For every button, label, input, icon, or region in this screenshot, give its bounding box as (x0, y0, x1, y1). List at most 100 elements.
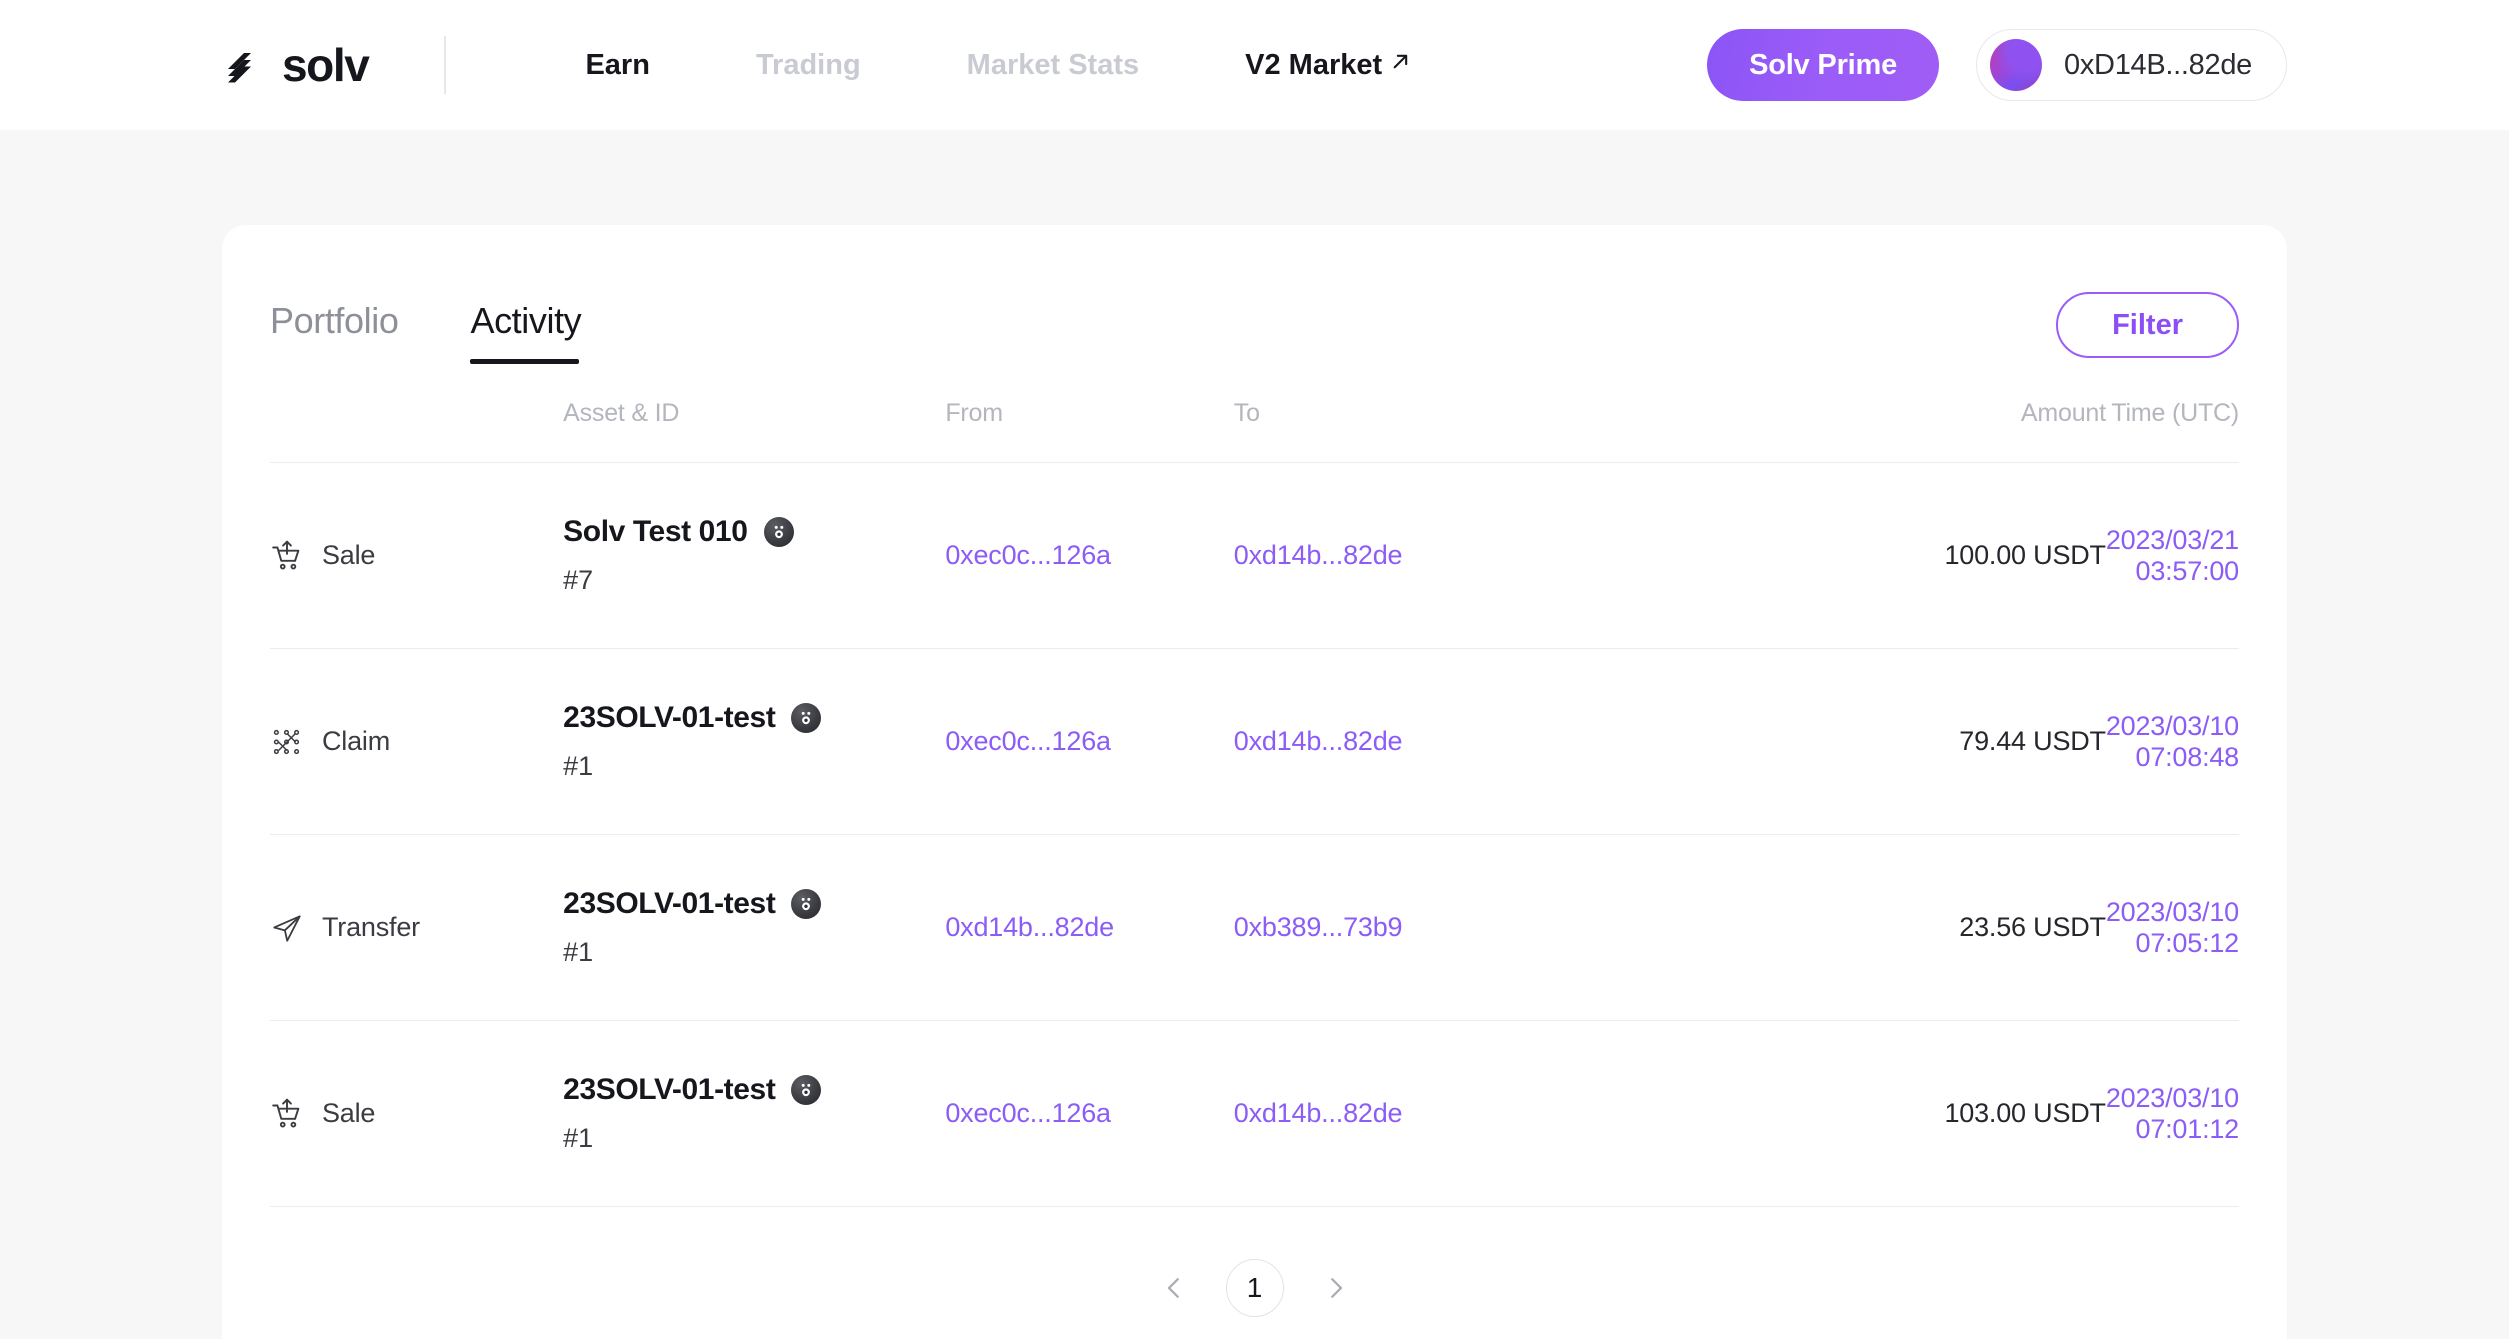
nav-item-trading-label: Trading (755, 48, 861, 81)
solv-logo-icon (228, 53, 251, 83)
pagination-next-button[interactable] (1318, 1270, 1354, 1306)
header-actions: Solv Prime 0xD14B...82de (1707, 29, 2287, 101)
from-address-link[interactable]: 0xec0c...126a (945, 1098, 1111, 1128)
asset-id: #1 (563, 1123, 594, 1153)
brand-name: solv (282, 39, 370, 91)
arrow-up-right-icon (1393, 54, 1408, 68)
table-row: Transfer 23SOLV-01-test #1 0xd14b...82de… (270, 834, 2239, 1021)
send-plane-icon (273, 914, 301, 942)
cell-asset: 23SOLV-01-test #1 (563, 1021, 945, 1207)
table-row: Sale 23SOLV-01-test #1 0xec0c...126a 0xd… (270, 1020, 2239, 1207)
chain-badge-icon (791, 889, 822, 919)
to-address-link[interactable]: 0xd14b...82de (1234, 726, 1403, 756)
nav-item-market-stats-label: Market Stats (966, 48, 1140, 81)
cell-to: 0xd14b...82de (1234, 649, 1690, 835)
card-header: Portfolio Activity Filter (270, 225, 2239, 377)
pagination-prev-button[interactable] (1156, 1270, 1192, 1306)
cell-type: Sale (270, 463, 563, 649)
cell-to: 0xd14b...82de (1234, 1021, 1690, 1207)
cell-type: Sale (270, 1021, 563, 1207)
cell-from: 0xec0c...126a (945, 649, 1233, 835)
to-address-link[interactable]: 0xb389...73b9 (1234, 912, 1403, 942)
cell-type: Claim (270, 649, 563, 835)
tab-activity-label: Activity (470, 300, 582, 341)
pagination-page-1[interactable]: 1 (1225, 1259, 1284, 1317)
cell-to: 0xb389...73b9 (1234, 835, 1690, 1021)
type-label: Transfer (322, 912, 420, 942)
cell-time[interactable]: 2023/03/10 07:01:12 (2106, 1021, 2239, 1207)
table-row: Sale Solv Test 010 #7 0xec0c...126a 0xd1… (270, 462, 2239, 649)
tab-activity[interactable]: Activity (470, 300, 582, 364)
table-body: Sale Solv Test 010 #7 0xec0c...126a 0xd1… (270, 462, 2239, 1207)
table-row: Claim 23SOLV-01-test #1 0xec0c...126a 0x… (270, 648, 2239, 835)
nav-item-market-stats[interactable]: Market Stats (914, 49, 1192, 82)
solv-prime-button[interactable]: Solv Prime (1707, 29, 1940, 101)
from-address-link[interactable]: 0xec0c...126a (945, 540, 1111, 570)
asset-id: #7 (563, 565, 594, 595)
cell-time[interactable]: 2023/03/21 03:57:00 (2106, 463, 2239, 649)
cart-upload-icon (272, 1098, 300, 1127)
tab-portfolio[interactable]: Portfolio (270, 300, 399, 364)
nav-item-earn[interactable]: Earn (532, 49, 702, 82)
cell-amount: 23.56 USDT (1959, 912, 2106, 942)
to-address-link[interactable]: 0xd14b...82de (1234, 540, 1403, 570)
cell-to: 0xd14b...82de (1234, 463, 1690, 649)
chain-badge-icon (763, 517, 794, 547)
wallet-button[interactable]: 0xD14B...82de (1976, 29, 2287, 101)
chevron-right-icon (1330, 1278, 1342, 1298)
column-header-time: Time (UTC) (2111, 399, 2239, 427)
network-nodes-icon (273, 729, 300, 754)
cell-from: 0xd14b...82de (945, 835, 1233, 1021)
pagination: 1 (270, 1206, 2239, 1339)
wallet-avatar (1990, 39, 2043, 91)
type-label: Claim (322, 726, 391, 756)
from-address-link[interactable]: 0xd14b...82de (945, 912, 1114, 942)
main-nav: Earn Trading Market Stats V2 Market (532, 49, 1464, 82)
cell-amount: 79.44 USDT (1959, 726, 2106, 756)
nav-item-trading[interactable]: Trading (703, 49, 914, 82)
top-navigation-bar: solv Earn Trading Market Stats V2 Market… (0, 0, 2509, 130)
table-header-row: Asset & ID From To Amount Time (UTC) (270, 377, 2239, 463)
cell-from: 0xec0c...126a (945, 1021, 1233, 1207)
type-label: Sale (322, 540, 376, 570)
asset-name: 23SOLV-01-test (563, 701, 776, 734)
page-body: Portfolio Activity Filter Asset & ID Fro… (0, 130, 2509, 1339)
asset-id: #1 (563, 937, 594, 967)
activity-table: Asset & ID From To Amount Time (UTC) Sal… (270, 377, 2239, 1206)
asset-name: 23SOLV-01-test (563, 1073, 776, 1106)
cell-asset: Solv Test 010 #7 (563, 463, 945, 649)
asset-name: Solv Test 010 (563, 515, 748, 548)
wallet-address-label: 0xD14B...82de (2064, 48, 2252, 81)
chain-badge-icon (791, 703, 822, 733)
column-header-from: From (945, 399, 1003, 427)
cell-type: Transfer (270, 835, 563, 1021)
type-label: Sale (322, 1098, 376, 1128)
brand-logo[interactable]: solv (222, 38, 370, 92)
table-header: Asset & ID From To Amount Time (UTC) (270, 377, 2239, 463)
asset-name: 23SOLV-01-test (563, 887, 776, 920)
filter-button[interactable]: Filter (2056, 292, 2239, 358)
cell-amount: 103.00 USDT (1944, 1098, 2106, 1128)
column-header-amount: Amount (2020, 399, 2106, 427)
column-header-to: To (1233, 399, 1260, 427)
tab-portfolio-label: Portfolio (270, 300, 399, 341)
nav-item-earn-label: Earn (585, 48, 650, 81)
column-header-asset: Asset & ID (563, 399, 680, 427)
column-header-type (270, 377, 563, 463)
card-tabs: Portfolio Activity (270, 300, 582, 364)
cell-asset: 23SOLV-01-test #1 (563, 835, 945, 1021)
activity-card: Portfolio Activity Filter Asset & ID Fro… (222, 225, 2287, 1339)
from-address-link[interactable]: 0xec0c...126a (945, 726, 1111, 756)
cell-time[interactable]: 2023/03/10 07:08:48 (2106, 649, 2239, 835)
to-address-link[interactable]: 0xd14b...82de (1234, 1098, 1403, 1128)
cell-amount: 100.00 USDT (1944, 540, 2106, 570)
chevron-left-icon (1167, 1278, 1179, 1298)
nav-divider (444, 36, 447, 94)
nav-item-v2-market-label: V2 Market (1245, 48, 1383, 81)
cell-time[interactable]: 2023/03/10 07:05:12 (2106, 835, 2239, 1021)
cell-from: 0xec0c...126a (945, 463, 1233, 649)
nav-item-v2-market[interactable]: V2 Market (1192, 49, 1464, 82)
chain-badge-icon (791, 1075, 822, 1105)
cell-asset: 23SOLV-01-test #1 (563, 649, 945, 835)
asset-id: #1 (563, 751, 594, 781)
